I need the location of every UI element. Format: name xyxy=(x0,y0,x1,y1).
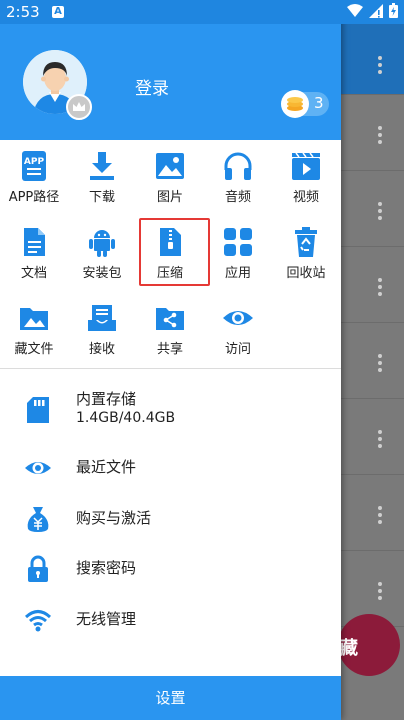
grid-item-label: 回收站 xyxy=(286,266,326,281)
grid-item-visit[interactable]: 访问 xyxy=(204,292,272,366)
grid-item-audio[interactable]: 音频 xyxy=(204,140,272,214)
grid-item-download[interactable]: 下载 xyxy=(68,140,136,214)
grid-item-apk[interactable]: 安装包 xyxy=(68,216,136,290)
app-icon: APP xyxy=(22,151,46,181)
more-vert-icon[interactable] xyxy=(378,56,382,74)
grid-item-label: 音频 xyxy=(224,190,251,205)
status-time: 2:53 xyxy=(6,3,40,21)
login-button[interactable]: 登录 xyxy=(135,74,169,99)
grid-item-video[interactable]: 视频 xyxy=(272,140,340,214)
download-icon xyxy=(90,152,114,180)
fab-label: 藏 xyxy=(340,638,358,659)
background-row[interactable] xyxy=(341,474,404,551)
floating-action-button[interactable]: 藏 xyxy=(338,614,400,676)
menu-search-password[interactable]: 搜索密码 xyxy=(0,543,341,593)
grid-item-label: 接收 xyxy=(88,342,115,357)
android-icon xyxy=(89,230,115,257)
divider xyxy=(0,368,341,369)
grid-item-label: 下载 xyxy=(88,190,115,205)
eye-icon xyxy=(25,462,51,474)
more-vert-icon[interactable] xyxy=(378,354,382,372)
wifi-icon xyxy=(24,610,52,632)
menu-internal-storage[interactable]: 内置存储 1.4GB/40.4GB xyxy=(0,384,341,434)
grid-item-share[interactable]: 共享 xyxy=(136,292,204,366)
svg-text:APP: APP xyxy=(24,157,45,167)
sd-card-icon xyxy=(27,397,49,423)
grid-item-label: 文档 xyxy=(20,266,47,281)
grid-item-apps[interactable]: 应用 xyxy=(204,216,272,290)
storage-size: 1.4GB/40.4GB xyxy=(76,410,176,426)
battery-icon xyxy=(389,3,398,18)
notification-icon: A xyxy=(52,6,64,18)
money-bag-icon xyxy=(27,507,49,532)
wifi-icon xyxy=(347,3,363,17)
status-bar: 2:53 A xyxy=(0,0,404,24)
background-row[interactable] xyxy=(341,398,404,475)
grid-item-documents[interactable]: 文档 xyxy=(0,216,68,290)
signal-icon xyxy=(369,3,383,18)
grid-item-hidden[interactable]: 藏文件 xyxy=(0,292,68,366)
status-icons xyxy=(347,3,398,18)
lock-icon xyxy=(28,555,48,582)
crown-icon xyxy=(66,94,92,120)
grid-item-receive[interactable]: 接收 xyxy=(68,292,136,366)
eye-icon xyxy=(223,311,253,325)
more-vert-icon[interactable] xyxy=(378,278,382,296)
grid-item-app-path[interactable]: APP APP路径 xyxy=(0,140,68,214)
background-row[interactable] xyxy=(341,322,404,399)
grid-item-label: 图片 xyxy=(156,190,183,205)
highlight-box xyxy=(139,218,210,286)
settings-button[interactable]: 设置 xyxy=(0,676,341,720)
menu-wireless[interactable]: 无线管理 xyxy=(0,594,341,644)
more-vert-icon[interactable] xyxy=(378,582,382,600)
menu-purchase[interactable]: 购买与激活 xyxy=(0,493,341,543)
background-row[interactable] xyxy=(341,24,404,95)
grid-item-images[interactable]: 图片 xyxy=(136,140,204,214)
coin-counter[interactable]: 3 xyxy=(281,90,329,118)
document-icon xyxy=(24,228,45,256)
menu-label: 无线管理 xyxy=(76,610,137,628)
more-vert-icon[interactable] xyxy=(378,506,382,524)
more-vert-icon[interactable] xyxy=(378,126,382,144)
grid-item-label: 视频 xyxy=(292,190,319,205)
apps-grid-icon xyxy=(224,228,252,256)
coin-icon xyxy=(281,90,309,118)
more-vert-icon[interactable] xyxy=(378,430,382,448)
hidden-folder-icon xyxy=(20,308,48,330)
settings-label: 设置 xyxy=(155,689,186,707)
headphones-icon xyxy=(224,152,252,180)
more-vert-icon[interactable] xyxy=(378,202,382,220)
video-icon xyxy=(292,152,320,180)
share-folder-icon xyxy=(156,308,184,330)
grid-item-recycle[interactable]: 回收站 xyxy=(272,216,340,290)
background-row[interactable] xyxy=(341,246,404,323)
inbox-icon xyxy=(88,305,116,331)
navigation-drawer: 登录 3 APP APP路径 下载 图片 音频 视频 文档 安装包 压缩 应用 … xyxy=(0,0,341,720)
grid-item-label: 安装包 xyxy=(82,266,122,281)
image-icon xyxy=(156,153,184,179)
background-row[interactable] xyxy=(341,94,404,171)
grid-item-label: 应用 xyxy=(224,266,251,281)
menu-label: 最近文件 xyxy=(76,458,137,476)
background-row[interactable] xyxy=(341,170,404,247)
menu-recent-files[interactable]: 最近文件 xyxy=(0,442,341,492)
menu-label: 购买与激活 xyxy=(76,509,152,527)
coin-count: 3 xyxy=(314,94,324,112)
grid-item-label: APP路径 xyxy=(8,190,60,205)
grid-item-label: 访问 xyxy=(224,342,251,357)
menu-label: 搜索密码 xyxy=(76,559,137,577)
grid-item-label: 共享 xyxy=(156,342,183,357)
grid-item-label: 藏文件 xyxy=(14,342,54,357)
recycle-bin-icon xyxy=(295,227,317,257)
storage-title: 内置存储 xyxy=(76,390,137,408)
